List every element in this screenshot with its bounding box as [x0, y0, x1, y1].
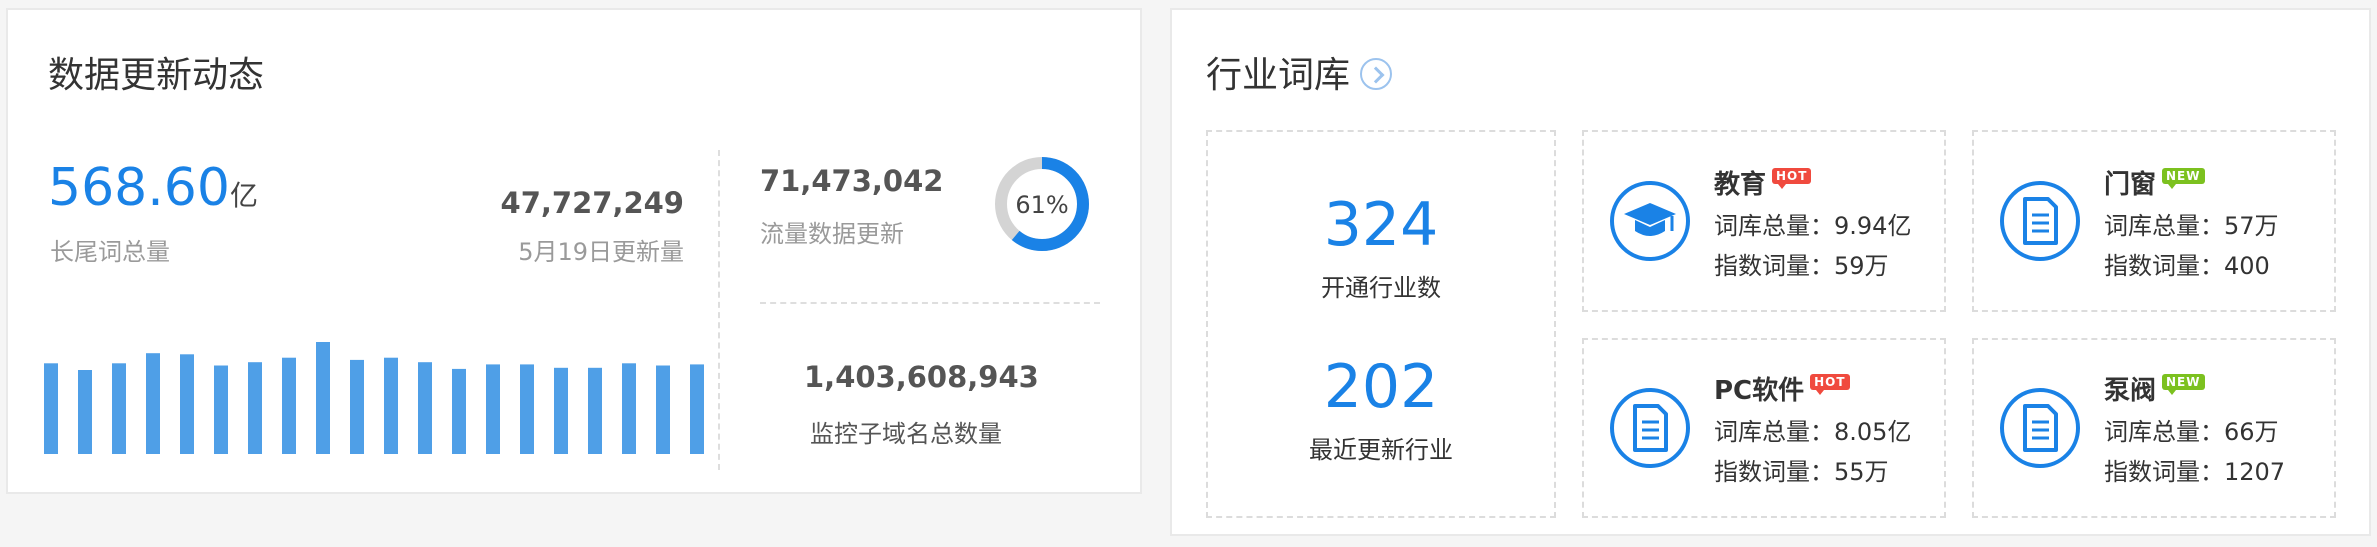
traffic-update-label: 流量数据更新: [760, 220, 904, 248]
index-count: 指数词量：400: [2104, 246, 2270, 281]
hot-badge: HOT: [1772, 168, 1812, 189]
hot-badge: HOT: [1810, 374, 1850, 395]
new-badge: NEW: [2162, 168, 2205, 189]
traffic-progress-donut: 61%: [995, 157, 1089, 251]
vocab-total-label: 词库总量：: [2104, 212, 2224, 240]
industry-tile-education[interactable]: 教育 HOT 词库总量：9.94亿 指数词量：59万: [1582, 130, 1946, 312]
opened-industries-value: 324: [1323, 190, 1439, 260]
trend-bar: [690, 364, 704, 454]
index-count-label: 指数词量：: [2104, 252, 2224, 280]
trend-bar: [520, 364, 534, 454]
vertical-divider: [718, 150, 720, 470]
daily-update-label: 5月19日更新量: [518, 238, 684, 266]
industry-tile-doors-windows[interactable]: 门窗 NEW 词库总量：57万 指数词量：400: [1972, 130, 2336, 312]
index-count-value: 400: [2224, 252, 2270, 280]
horizontal-divider: [760, 302, 1100, 304]
trend-bar: [418, 362, 432, 454]
vocab-total: 词库总量：57万: [2104, 206, 2279, 241]
donut-percent-text: 61%: [1015, 191, 1068, 219]
industry-lexicon-title: 行业词库: [1206, 46, 1393, 98]
trend-bar: [44, 363, 58, 454]
vocab-total-label: 词库总量：: [1714, 212, 1834, 240]
industry-tile-pumps-valves[interactable]: 泵阀 NEW 词库总量：66万 指数词量：1207: [1972, 338, 2336, 518]
industry-name-text: 泵阀: [2104, 376, 2157, 406]
industry-lexicon-card: 行业词库 324 开通行业数 202 最近更新行业 教育 HOT 词库总量：9.9…: [1170, 8, 2371, 536]
chevron-right-icon[interactable]: [1360, 58, 1393, 90]
index-count: 指数词量：1207: [2104, 452, 2285, 487]
trend-bar: [384, 357, 398, 454]
document-icon: [2000, 388, 2080, 468]
graduation-cap-icon: [1610, 181, 1690, 261]
recent-updated-value: 202: [1323, 352, 1439, 422]
document-icon: [1610, 388, 1690, 468]
trend-bar: [146, 353, 160, 454]
industry-name-text: PC软件: [1714, 376, 1805, 406]
longtail-total-label: 长尾词总量: [50, 238, 170, 266]
traffic-update-value: 71,473,042: [760, 164, 944, 198]
vocab-total-value: 57万: [2224, 212, 2279, 240]
vocab-total: 词库总量：66万: [2104, 412, 2279, 447]
industry-name: 门窗 NEW: [2104, 164, 2205, 201]
trend-bar: [452, 368, 466, 454]
index-count-value: 55万: [1834, 458, 1889, 486]
trend-bar: [180, 354, 194, 454]
subdomain-total-value: 1,403,608,943: [804, 360, 1039, 394]
trend-bar: [588, 367, 602, 454]
subdomain-total-label: 监控子域名总数量: [810, 420, 1002, 448]
opened-industries-label: 开通行业数: [1321, 274, 1441, 302]
trend-bar: [554, 367, 568, 454]
longtail-total: 568.60亿: [48, 158, 258, 218]
index-count-label: 指数词量：: [1714, 252, 1834, 280]
industry-name-text: 门窗: [2104, 170, 2157, 200]
trend-bar: [350, 359, 364, 454]
index-count-value: 59万: [1834, 252, 1889, 280]
trend-bar: [214, 365, 228, 454]
trend-bar: [282, 357, 296, 454]
index-count-label: 指数词量：: [2104, 458, 2224, 486]
vocab-total-value: 66万: [2224, 418, 2279, 446]
trend-bar: [78, 370, 92, 454]
trend-bar: [486, 364, 500, 454]
new-badge: NEW: [2162, 374, 2205, 395]
vocab-total-label: 词库总量：: [2104, 418, 2224, 446]
industry-tile-pc-software[interactable]: PC软件 HOT 词库总量：8.05亿 指数词量：55万: [1582, 338, 1946, 518]
recent-updated-label: 最近更新行业: [1309, 436, 1453, 464]
trend-bar: [248, 362, 262, 454]
industry-lexicon-title-text: 行业词库: [1206, 55, 1351, 96]
data-update-card: 数据更新动态 568.60亿 长尾词总量 47,727,249 5月19日更新量…: [6, 8, 1142, 494]
trend-bar: [656, 365, 670, 454]
daily-update-value: 47,727,249: [500, 186, 684, 220]
index-count: 指数词量：55万: [1714, 452, 1889, 487]
longtail-total-value: 568.60: [48, 158, 230, 218]
vocab-total: 词库总量：8.05亿: [1714, 412, 1911, 447]
industry-name: PC软件 HOT: [1714, 370, 1850, 407]
document-icon: [2000, 181, 2080, 261]
vocab-total-value: 8.05亿: [1834, 418, 1912, 446]
trend-bar: [316, 342, 330, 454]
vocab-total: 词库总量：9.94亿: [1714, 206, 1911, 241]
industry-stats-tile: 324 开通行业数 202 最近更新行业: [1206, 130, 1556, 518]
industry-name: 教育 HOT: [1714, 164, 1812, 201]
industry-name: 泵阀 NEW: [2104, 370, 2205, 407]
index-count-value: 1207: [2224, 458, 2286, 486]
data-update-title: 数据更新动态: [48, 55, 265, 96]
trend-bar-chart: [44, 342, 704, 454]
industry-name-text: 教育: [1714, 170, 1767, 200]
index-count-label: 指数词量：: [1714, 458, 1834, 486]
trend-bar: [622, 363, 636, 454]
vocab-total-label: 词库总量：: [1714, 418, 1834, 446]
vocab-total-value: 9.94亿: [1834, 212, 1912, 240]
trend-bar: [112, 363, 126, 454]
index-count: 指数词量：59万: [1714, 246, 1889, 281]
longtail-total-unit: 亿: [229, 179, 258, 212]
